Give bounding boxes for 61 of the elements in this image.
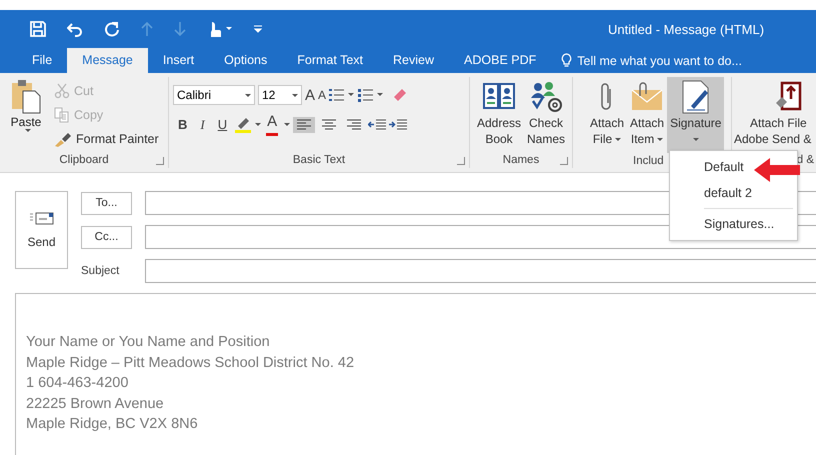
- font-name-field[interactable]: Calibri: [173, 85, 255, 105]
- redo-icon[interactable]: [104, 21, 120, 37]
- copy-icon: [54, 107, 70, 123]
- decrease-indent-icon[interactable]: [368, 118, 386, 130]
- italic-button[interactable]: I: [195, 116, 210, 134]
- address-book-button[interactable]: Address Book: [474, 77, 524, 152]
- group-label: Names: [502, 154, 540, 166]
- ribbon-tab[interactable]: Review: [378, 48, 450, 73]
- font-color-button[interactable]: A: [266, 113, 278, 136]
- ribbon-tab[interactable]: Message: [67, 48, 148, 73]
- signature-button[interactable]: Signature: [667, 77, 724, 153]
- shrink-font-button[interactable]: A: [318, 88, 326, 102]
- address-book-icon: [482, 82, 516, 112]
- ribbon-tab[interactable]: Format Text: [282, 48, 378, 73]
- dialog-launcher-icon[interactable]: [457, 157, 465, 165]
- group-label: Basic Text: [292, 154, 346, 166]
- cc-button[interactable]: Cc...: [81, 226, 132, 248]
- people-icon: [529, 81, 564, 113]
- bullet-list-icon[interactable]: [329, 88, 356, 102]
- window-title: Untitled - Message (HTML): [608, 22, 764, 37]
- dialog-launcher-icon[interactable]: [560, 157, 568, 165]
- document-clip-icon: [774, 81, 804, 113]
- paste-button[interactable]: Paste: [4, 77, 48, 152]
- caret-icon[interactable]: [284, 123, 290, 126]
- lightbulb-icon[interactable]: [561, 53, 572, 68]
- save-icon[interactable]: [30, 21, 46, 37]
- subject-field[interactable]: [145, 259, 816, 283]
- undo-icon[interactable]: [67, 21, 83, 37]
- align-left-icon[interactable]: [293, 116, 316, 132]
- highlighter-icon[interactable]: [235, 116, 264, 132]
- attach-file-button[interactable]: Attach File: [587, 77, 628, 153]
- dialog-launcher-icon[interactable]: [156, 157, 164, 165]
- send-button[interactable]: Send: [15, 191, 68, 269]
- group-label: Clipboard: [59, 154, 109, 166]
- ribbon-tab[interactable]: Options: [209, 48, 282, 73]
- menu-item[interactable]: default 2: [704, 186, 752, 200]
- signature-icon: [680, 80, 711, 114]
- menu-item[interactable]: Signatures...: [704, 217, 774, 231]
- to-button[interactable]: To...: [81, 192, 132, 214]
- bold-button[interactable]: B: [173, 116, 192, 133]
- message-body[interactable]: Your Name or You Name and Position Maple Ridge – Pitt Meadows School District No. 42 1 604-463-4200 22225 Brown Avenue Maple Ridge, BC V2X 8N6: [15, 293, 816, 455]
- envelope-clip-icon: [630, 82, 664, 112]
- ribbon-tab[interactable]: ADOBE PDF: [449, 48, 552, 73]
- scissors-icon: [54, 83, 70, 99]
- underline-button[interactable]: U: [212, 116, 232, 133]
- grow-font-button[interactable]: A: [305, 86, 316, 104]
- menu-item[interactable]: Default: [704, 160, 744, 174]
- attach-item-button[interactable]: Attach Item: [627, 77, 668, 153]
- subject-label: Subject: [81, 265, 120, 277]
- painter-button[interactable]: Format Painter: [54, 129, 159, 149]
- envelope-icon: [30, 211, 54, 225]
- font-size-field[interactable]: 12: [258, 85, 302, 105]
- paintbrush-icon: [54, 131, 72, 147]
- tell-me-search[interactable]: Tell me what you want to do...: [577, 54, 742, 68]
- ribbon-tab[interactable]: File: [17, 48, 68, 73]
- ribbon-tab[interactable]: Insert: [148, 48, 210, 73]
- check-names-button[interactable]: Check Names: [524, 77, 568, 152]
- customize-icon[interactable]: [254, 24, 262, 34]
- increase-indent-icon[interactable]: [389, 118, 408, 130]
- clipboard-icon: [11, 79, 41, 115]
- group-label: Includ: [633, 155, 664, 167]
